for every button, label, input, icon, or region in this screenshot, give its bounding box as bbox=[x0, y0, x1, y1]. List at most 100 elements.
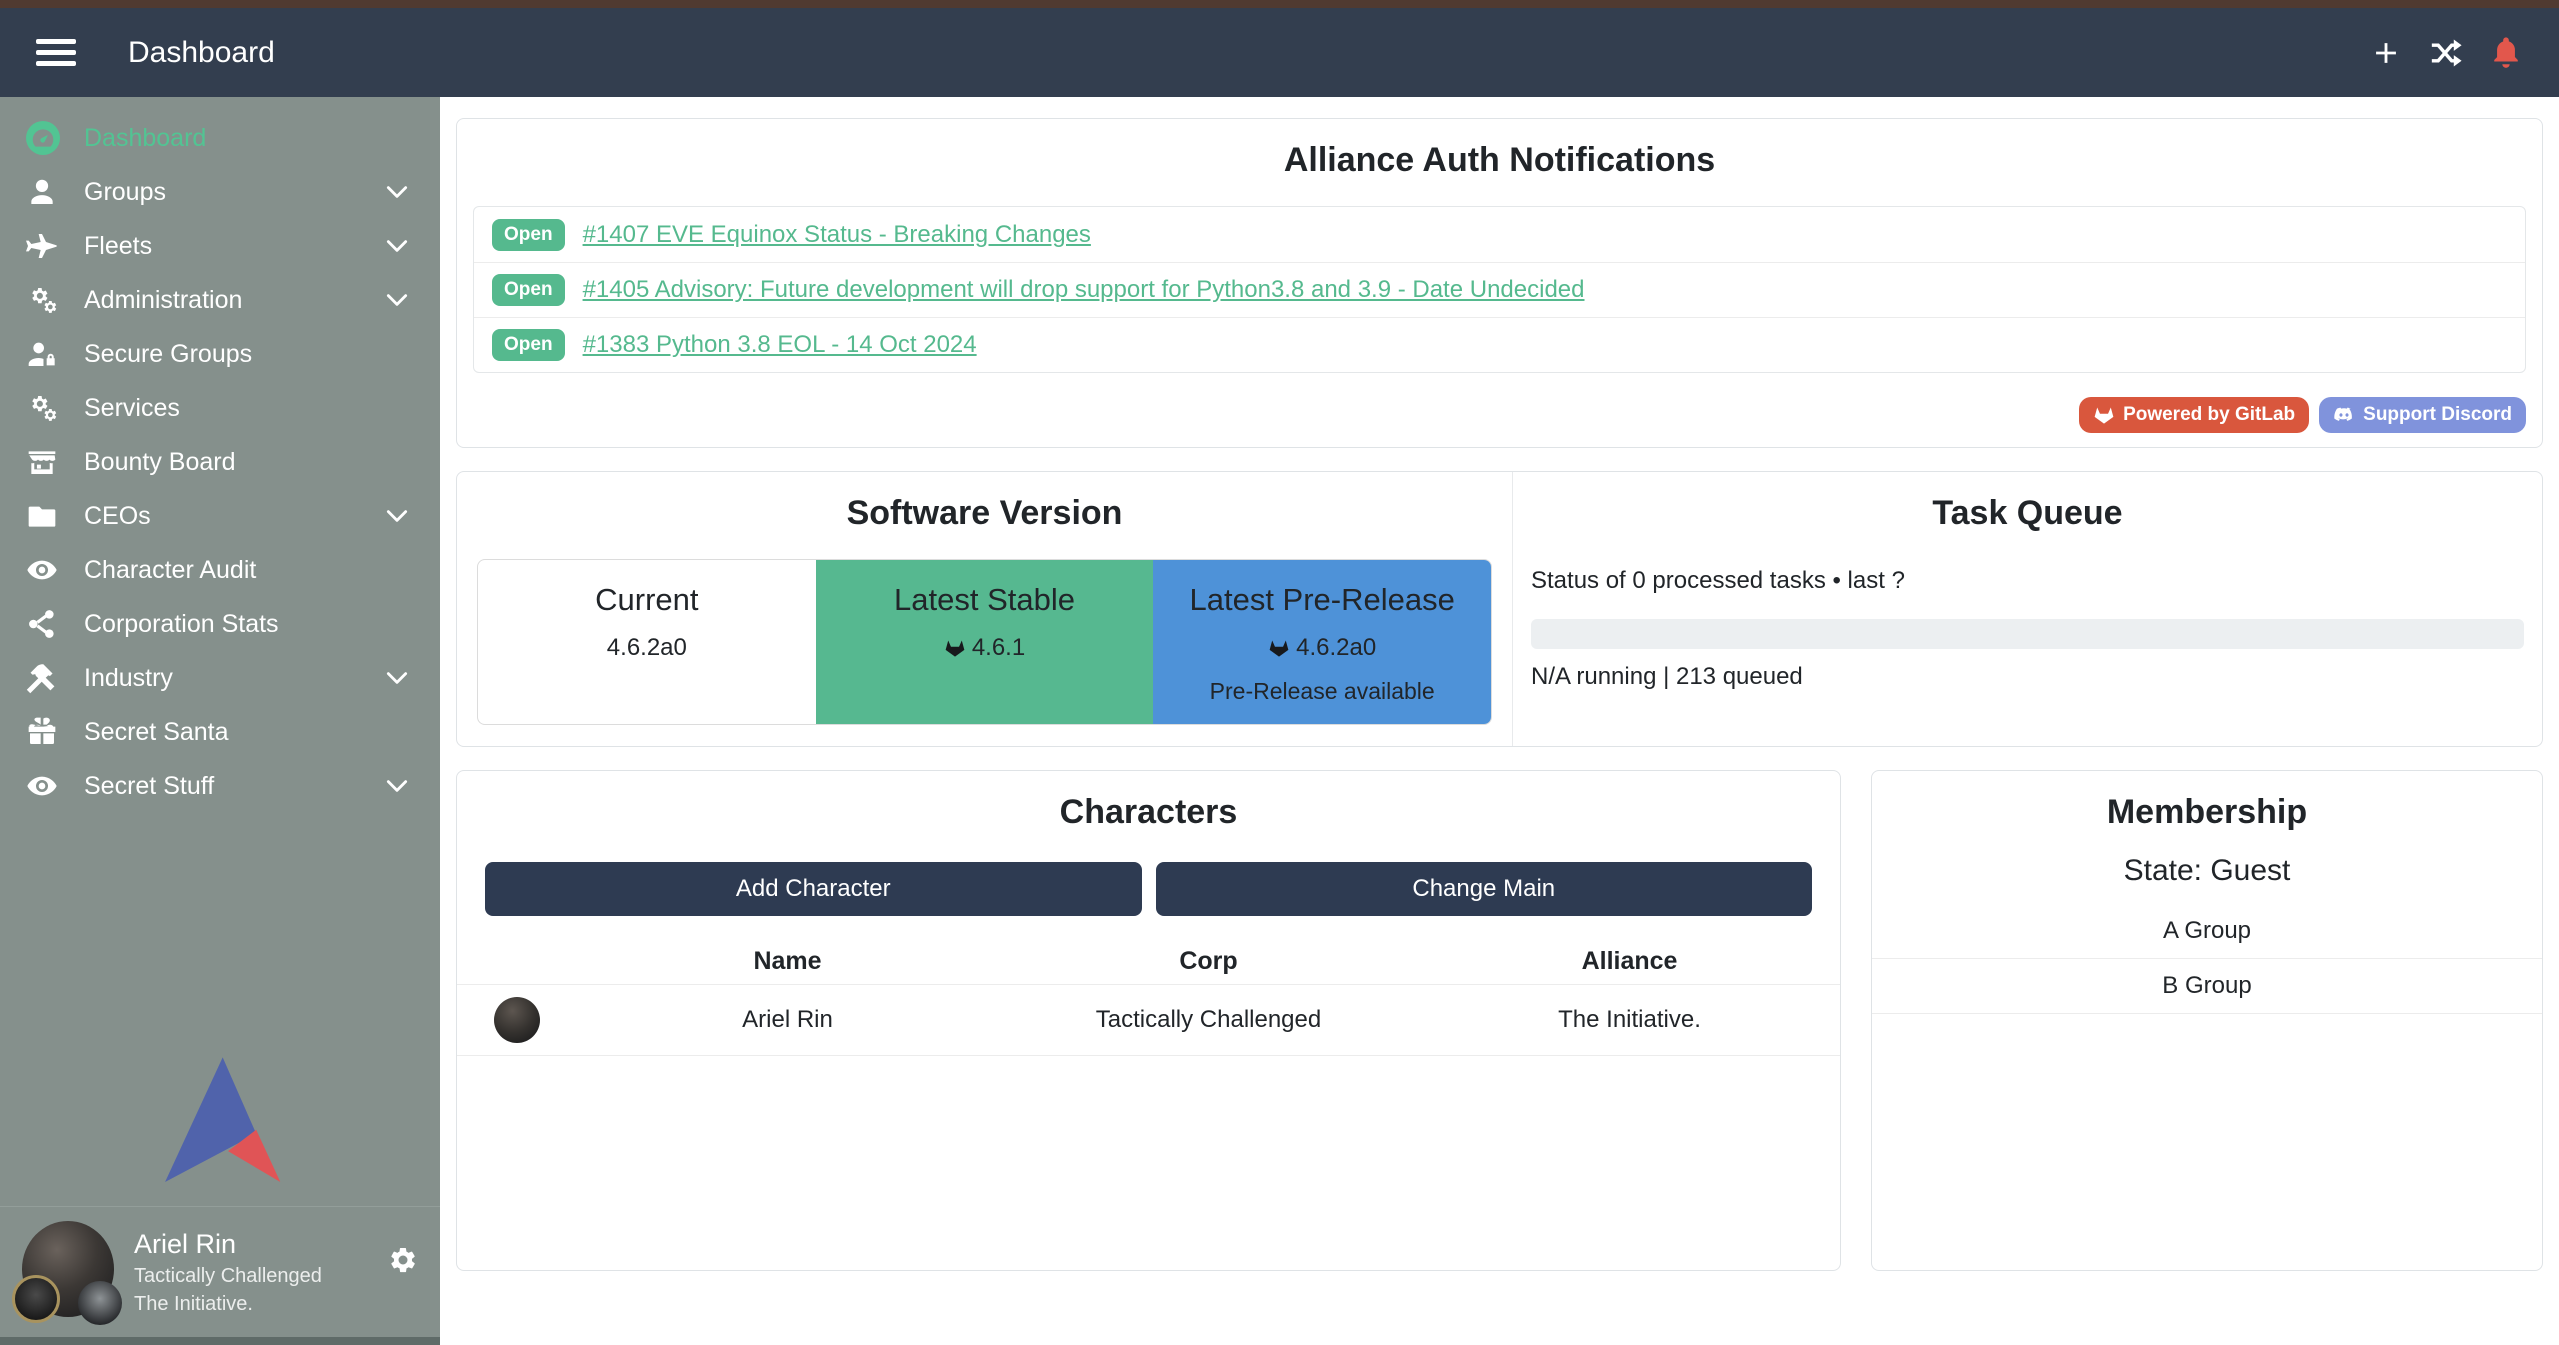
version-value: 4.6.1 bbox=[972, 634, 1025, 662]
gitlab-tanuki-icon bbox=[2093, 404, 2115, 426]
add-icon[interactable] bbox=[2369, 36, 2403, 70]
topbar-actions bbox=[2369, 36, 2523, 70]
list-item: B Group bbox=[1872, 959, 2542, 1014]
corp-logo bbox=[12, 1275, 60, 1323]
version-current: Current 4.6.2a0 bbox=[478, 560, 816, 724]
status-badge: Open bbox=[492, 274, 565, 306]
membership-groups: A Group B Group bbox=[1872, 904, 2542, 1014]
version-col-title: Current bbox=[478, 582, 816, 618]
notifications-list: Open #1407 EVE Equinox Status - Breaking… bbox=[473, 206, 2526, 373]
jet-icon bbox=[26, 230, 58, 262]
alliance-logo bbox=[78, 1281, 122, 1325]
add-character-button[interactable]: Add Character bbox=[485, 862, 1142, 916]
status-badge: Open bbox=[492, 219, 565, 251]
gifts-icon bbox=[26, 716, 58, 748]
sidebar-item-label: Industry bbox=[84, 664, 173, 693]
sidebar-item-services[interactable]: Services bbox=[0, 381, 440, 435]
notification-row: Open #1407 EVE Equinox Status - Breaking… bbox=[474, 207, 2525, 262]
version-col-title: Latest Pre-Release bbox=[1153, 582, 1491, 618]
sidebar-item-secret-stuff[interactable]: Secret Stuff bbox=[0, 759, 440, 813]
sidebar-item-label: Character Audit bbox=[84, 556, 256, 585]
task-queue-progressbar bbox=[1531, 619, 2524, 649]
version-latest-stable: Latest Stable 4.6.1 bbox=[816, 560, 1154, 724]
version-note: Pre-Release available bbox=[1153, 678, 1491, 705]
sidebar-item-groups[interactable]: Groups bbox=[0, 165, 440, 219]
notification-link[interactable]: #1407 EVE Equinox Status - Breaking Chan… bbox=[583, 221, 1091, 249]
col-header-alliance: Alliance bbox=[1419, 947, 1840, 976]
sidebar-item-label: CEOs bbox=[84, 502, 151, 531]
sidebar-item-label: Secure Groups bbox=[84, 340, 252, 369]
characters-title: Characters bbox=[457, 793, 1840, 832]
store-icon bbox=[26, 446, 58, 478]
task-queue-section: Task Queue Status of 0 processed tasks •… bbox=[1512, 472, 2542, 746]
folder-icon bbox=[26, 500, 58, 532]
sidebar-item-ceos[interactable]: CEOs bbox=[0, 489, 440, 543]
chevron-down-icon bbox=[384, 233, 410, 259]
sidebar-item-administration[interactable]: Administration bbox=[0, 273, 440, 327]
user-corp: Tactically Challenged bbox=[134, 1265, 322, 1288]
discord-icon bbox=[2333, 404, 2355, 426]
sidebar-item-dashboard[interactable]: Dashboard bbox=[0, 111, 440, 165]
badge-label: Support Discord bbox=[2363, 404, 2512, 426]
change-main-button[interactable]: Change Main bbox=[1156, 862, 1813, 916]
cell-alliance: The Initiative. bbox=[1419, 1006, 1840, 1034]
gauge-icon bbox=[26, 121, 60, 155]
sidebar-item-label: Administration bbox=[84, 286, 242, 315]
version-value: 4.6.2a0 bbox=[607, 634, 687, 662]
notifications-title: Alliance Auth Notifications bbox=[457, 141, 2542, 180]
alliance-auth-logo bbox=[0, 1052, 440, 1206]
chevron-down-icon bbox=[384, 287, 410, 313]
notification-link[interactable]: #1383 Python 3.8 EOL - 14 Oct 2024 bbox=[583, 331, 977, 359]
eye-icon bbox=[26, 554, 58, 586]
sidebar-item-secret-santa[interactable]: Secret Santa bbox=[0, 705, 440, 759]
version-latest-prerelease: Latest Pre-Release 4.6.2a0 Pre-Release a… bbox=[1153, 560, 1491, 724]
list-item: A Group bbox=[1872, 904, 2542, 959]
character-row-portrait bbox=[494, 997, 540, 1043]
sidebar-item-label: Secret Santa bbox=[84, 718, 229, 747]
chevron-down-icon bbox=[384, 665, 410, 691]
gears-icon bbox=[26, 284, 58, 316]
shuffle-icon[interactable] bbox=[2429, 36, 2463, 70]
menu-icon[interactable] bbox=[36, 39, 80, 66]
sidebar-item-secure-groups[interactable]: Secure Groups bbox=[0, 327, 440, 381]
sidebar-item-label: Dashboard bbox=[84, 124, 206, 153]
status-badge: Open bbox=[492, 329, 565, 361]
task-queue-title: Task Queue bbox=[1531, 494, 2524, 533]
version-taskqueue-panel: Software Version Current 4.6.2a0 Latest … bbox=[456, 471, 2543, 747]
software-version-section: Software Version Current 4.6.2a0 Latest … bbox=[457, 472, 1512, 746]
powered-by-gitlab-badge[interactable]: Powered by GitLab bbox=[2079, 397, 2309, 433]
bell-icon[interactable] bbox=[2489, 36, 2523, 70]
sidebar-item-label: Fleets bbox=[84, 232, 152, 261]
user-lock-icon bbox=[26, 338, 58, 370]
characters-table-header: Name Corp Alliance bbox=[457, 938, 1840, 984]
sidebar-item-label: Groups bbox=[84, 178, 166, 207]
user-name: Ariel Rin bbox=[134, 1229, 322, 1260]
sidebar-item-character-audit[interactable]: Character Audit bbox=[0, 543, 440, 597]
support-discord-badge[interactable]: Support Discord bbox=[2319, 397, 2526, 433]
cell-corp: Tactically Challenged bbox=[998, 1006, 1419, 1034]
membership-state: State: Guest bbox=[1872, 854, 2542, 888]
characters-panel: Characters Add Character Change Main Nam… bbox=[456, 770, 1841, 1271]
col-header-corp: Corp bbox=[998, 947, 1419, 976]
user-avatar bbox=[22, 1217, 122, 1327]
sidebar-item-fleets[interactable]: Fleets bbox=[0, 219, 440, 273]
hammer-icon bbox=[26, 662, 58, 694]
user-icon bbox=[26, 176, 58, 208]
gear-icon[interactable] bbox=[388, 1245, 418, 1275]
version-col-title: Latest Stable bbox=[816, 582, 1154, 618]
sidebar-item-corporation-stats[interactable]: Corporation Stats bbox=[0, 597, 440, 651]
software-version-title: Software Version bbox=[457, 494, 1512, 533]
eye-icon bbox=[26, 770, 58, 802]
page-title: Dashboard bbox=[128, 36, 275, 70]
sidebar-item-industry[interactable]: Industry bbox=[0, 651, 440, 705]
chevron-down-icon bbox=[384, 773, 410, 799]
version-value: 4.6.2a0 bbox=[1296, 634, 1376, 662]
notification-link[interactable]: #1405 Advisory: Future development will … bbox=[583, 276, 1585, 304]
sidebar-item-label: Services bbox=[84, 394, 180, 423]
user-alliance: The Initiative. bbox=[134, 1293, 322, 1316]
notification-row: Open #1383 Python 3.8 EOL - 14 Oct 2024 bbox=[474, 317, 2525, 372]
sidebar-menu: Dashboard Groups Fleets Administration S… bbox=[0, 97, 440, 813]
task-queue-status: Status of 0 processed tasks • last ? bbox=[1531, 567, 2524, 595]
chevron-down-icon bbox=[384, 503, 410, 529]
sidebar-item-bounty-board[interactable]: Bounty Board bbox=[0, 435, 440, 489]
